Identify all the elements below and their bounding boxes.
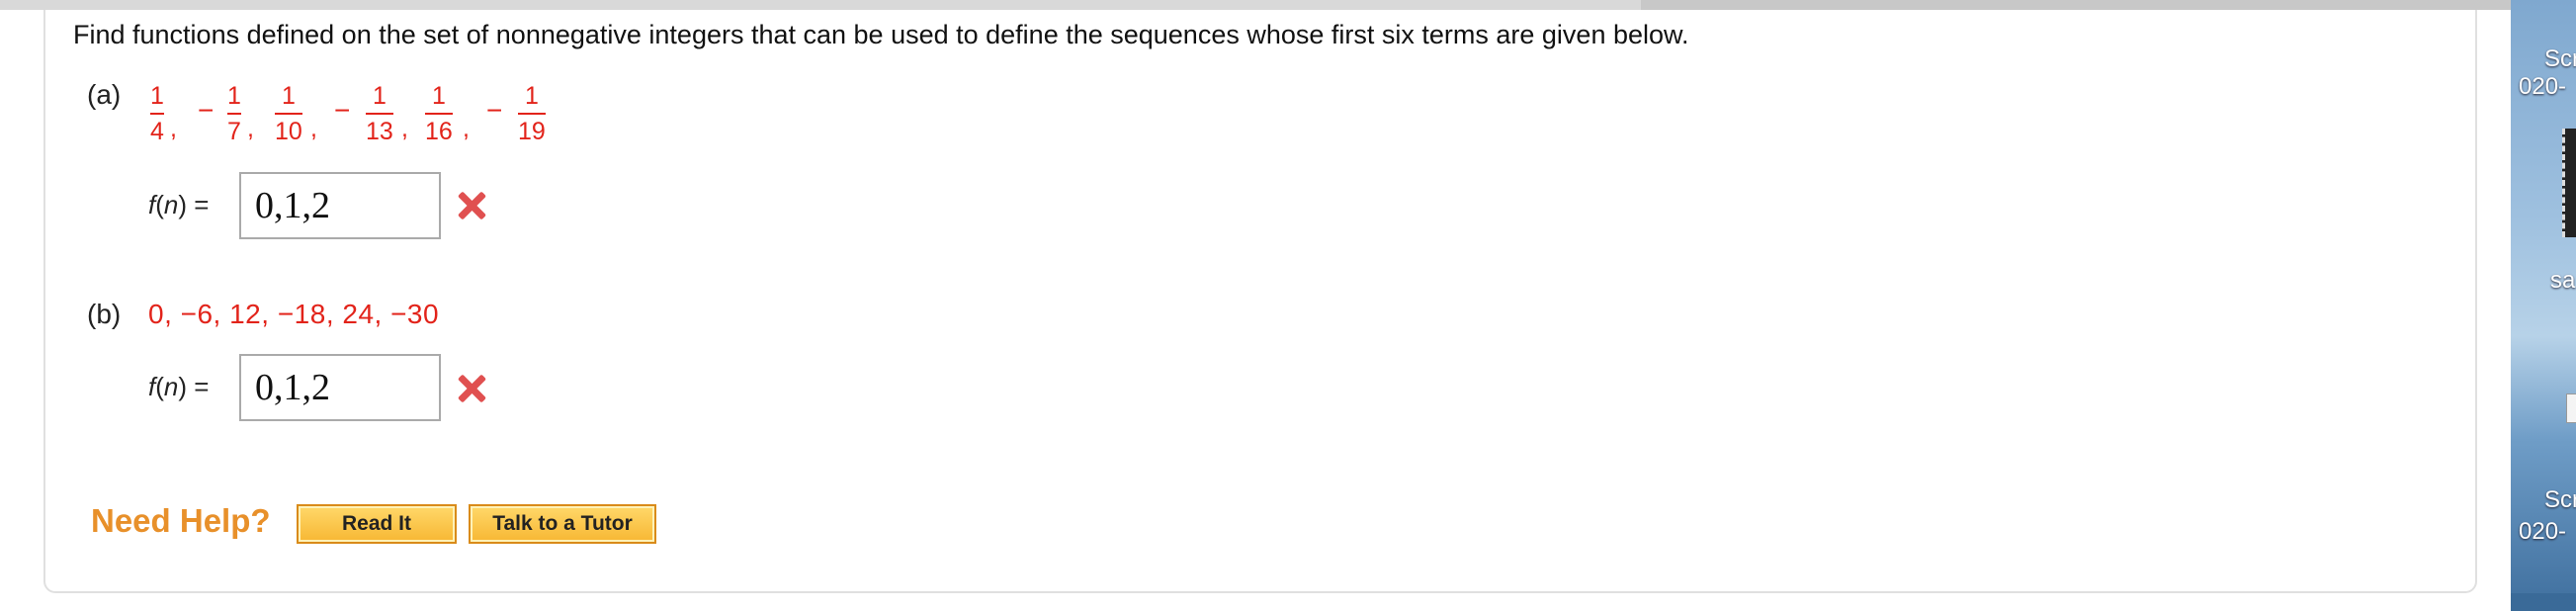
- comma: ,: [247, 115, 254, 142]
- fraction-denominator: 7: [227, 118, 241, 145]
- fraction-term: 1 10: [275, 81, 302, 146]
- fraction-numerator: 1: [227, 82, 241, 110]
- fraction-term: 1 13: [366, 81, 393, 146]
- fraction-denominator: 19: [518, 118, 546, 145]
- fraction-term: 1 16: [425, 81, 453, 146]
- desktop-background: Scr 020- sa Scr 020-: [2511, 0, 2576, 611]
- need-help-label: Need Help?: [91, 502, 271, 539]
- fraction-term: 1 7: [227, 81, 241, 146]
- fraction-denominator: 13: [366, 118, 393, 145]
- minus-sign: −: [486, 95, 503, 126]
- desktop-file-label[interactable]: sa: [2550, 267, 2575, 295]
- desktop-dock-edge: [2511, 593, 2576, 611]
- comma: ,: [463, 115, 470, 142]
- desktop-document-icon[interactable]: [2566, 393, 2576, 423]
- fraction-bar: [150, 113, 164, 115]
- incorrect-x-icon: [457, 191, 486, 220]
- desktop-file-label-sub[interactable]: 020-: [2519, 73, 2566, 101]
- fraction-numerator: 1: [524, 82, 539, 110]
- fraction-denominator: 16: [425, 118, 453, 145]
- comma: ,: [310, 115, 317, 142]
- fraction-denominator: 10: [275, 118, 302, 145]
- fraction-term: 1 4: [150, 81, 164, 146]
- desktop-file-thumbnail[interactable]: [2562, 129, 2576, 237]
- function-label-b: f(n) =: [148, 372, 210, 401]
- part-b-sequence: 0, −6, 12, −18, 24, −30: [148, 299, 440, 329]
- desktop-file-label[interactable]: Scr: [2544, 486, 2576, 514]
- fraction-numerator: 1: [431, 82, 446, 110]
- read-it-button[interactable]: Read It: [297, 504, 457, 544]
- fraction-bar: [275, 113, 302, 115]
- answer-input-a[interactable]: 0,1,2: [239, 172, 441, 239]
- fraction-bar: [425, 113, 453, 115]
- question-prompt: Find functions defined on the set of non…: [73, 20, 1689, 49]
- comma: ,: [401, 115, 408, 142]
- answer-input-b[interactable]: 0,1,2: [239, 354, 441, 421]
- top-bar-segment: [1641, 0, 2511, 10]
- fraction-bar: [227, 113, 241, 115]
- part-b-label: (b): [87, 299, 122, 329]
- minus-sign: −: [198, 95, 215, 126]
- fraction-numerator: 1: [150, 82, 164, 110]
- desktop-file-label[interactable]: Scr: [2544, 45, 2576, 73]
- function-label-a: f(n) =: [148, 190, 210, 219]
- fraction-bar: [518, 113, 546, 115]
- page-margin: [0, 10, 43, 611]
- fraction-numerator: 1: [281, 82, 296, 110]
- part-a-label: (a): [87, 79, 122, 110]
- talk-to-tutor-button[interactable]: Talk to a Tutor: [469, 504, 656, 544]
- desktop-file-label-sub[interactable]: 020-: [2519, 518, 2566, 546]
- fraction-term: 1 19: [518, 81, 546, 146]
- top-scroll-bar: [0, 0, 2511, 10]
- minus-sign: −: [334, 95, 351, 126]
- comma: ,: [170, 115, 177, 142]
- fraction-numerator: 1: [372, 82, 386, 110]
- fraction-bar: [366, 113, 393, 115]
- fraction-denominator: 4: [150, 118, 164, 145]
- incorrect-x-icon: [457, 374, 486, 403]
